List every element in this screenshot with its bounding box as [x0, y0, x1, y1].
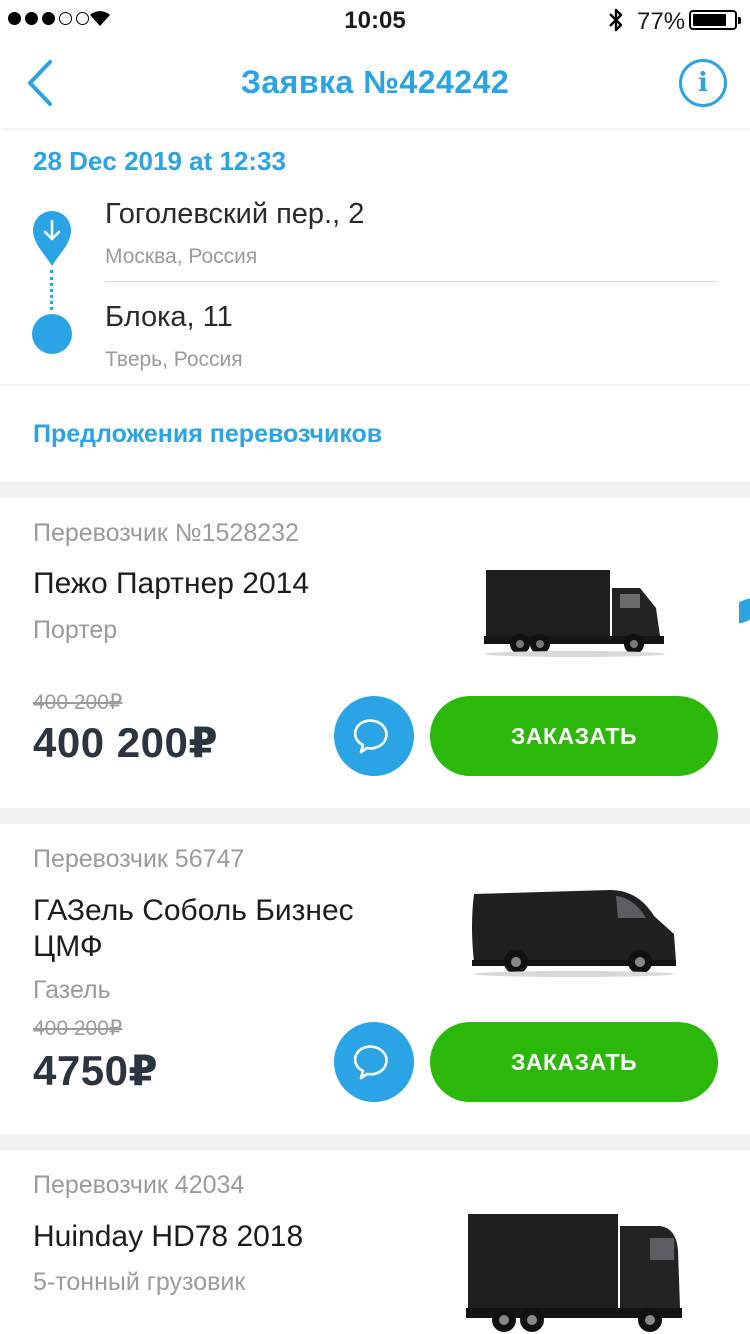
chat-button[interactable] — [334, 1022, 414, 1102]
vehicle-model: Пежо Партнер 2014 — [33, 567, 310, 600]
destination-dot-icon — [32, 314, 72, 354]
chat-button[interactable] — [334, 696, 414, 776]
offers-header: Предложения перевозчиков — [0, 386, 750, 482]
old-price: 400 200₽ — [33, 691, 123, 714]
navigation-bar: Заявка №424242 i — [0, 40, 750, 128]
vehicle-type: Портер — [33, 616, 118, 644]
box-truck-icon — [484, 570, 665, 657]
vehicle-type: Газель — [33, 976, 111, 1004]
info-button[interactable]: i — [679, 59, 727, 107]
page-title: Заявка №424242 — [240, 64, 510, 100]
route-line — [50, 270, 54, 310]
carrier-number: Перевозчик №1528232 — [33, 519, 299, 547]
vehicle-model: Huinday HD78 2018 — [33, 1220, 304, 1253]
heavy-truck-icon — [466, 1214, 682, 1332]
carrier-number: Перевозчик 56747 — [33, 845, 245, 873]
status-bar: 10:05 77% — [0, 0, 750, 40]
destination-address: Блока, 11 — [105, 301, 233, 333]
vehicle-type: 5-тонный грузовик — [33, 1268, 246, 1296]
offer-card[interactable]: Перевозчик 42034 Huinday HD78 2018 5-тон… — [0, 1150, 750, 1334]
next-card-peek — [739, 597, 750, 625]
offer-card[interactable]: Перевозчик 56747 ГАЗель Соболь Бизнес ЦМ… — [0, 824, 750, 1134]
price: 400 200₽ — [33, 719, 219, 766]
route-card: 28 Dec 2019 at 12:33 Гоголевский пер., 2… — [0, 128, 750, 384]
carrier-number: Перевозчик 42034 — [33, 1171, 245, 1199]
chat-bubble-icon — [354, 1045, 388, 1080]
chat-bubble-icon — [354, 719, 388, 754]
bluetooth-icon — [609, 8, 623, 32]
old-price: 400 200₽ — [33, 1017, 123, 1040]
vehicle-model: ГАЗель Соболь Бизнес ЦМФ — [33, 894, 354, 963]
battery-percent: 77% — [637, 8, 686, 35]
origin-city: Москва, Россия — [105, 245, 258, 268]
order-button[interactable]: ЗАКАЗАТЬ — [430, 1022, 718, 1102]
price: 4750₽ — [33, 1047, 159, 1094]
destination-city: Тверь, Россия — [105, 348, 243, 371]
battery-icon — [689, 10, 741, 30]
van-icon — [472, 890, 676, 977]
origin-pin-icon — [33, 211, 71, 266]
offer-card[interactable]: Перевозчик №1528232 Пежо Партнер 2014 По… — [0, 498, 750, 808]
divider — [105, 281, 718, 282]
order-button[interactable]: ЗАКАЗАТЬ — [430, 696, 718, 776]
order-date: 28 Dec 2019 at 12:33 — [33, 146, 286, 176]
offers-title: Предложения перевозчиков — [33, 420, 383, 448]
origin-address: Гоголевский пер., 2 — [105, 198, 365, 230]
